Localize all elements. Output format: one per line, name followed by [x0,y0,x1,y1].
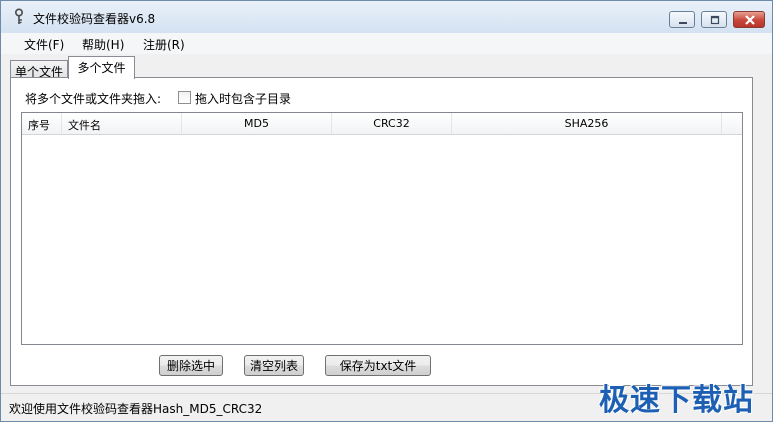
drop-instruction-label: 将多个文件或文件夹拖入: [25,92,162,106]
minimize-icon [679,22,687,24]
tab-multiple-files[interactable]: 多个文件 [68,56,135,79]
window-title: 文件校验码查看器v6.8 [33,12,156,26]
menu-file[interactable]: 文件(F) [24,36,64,53]
column-header-index[interactable]: 序号 [22,113,62,134]
minimize-button[interactable] [669,11,695,28]
clear-list-button[interactable]: 清空列表 [244,355,304,376]
maximize-button[interactable] [701,11,727,28]
key-icon [11,8,27,26]
multi-file-panel: 将多个文件或文件夹拖入: 拖入时包含子目录 序号 文件名 MD5 CRC32 S… [10,77,753,386]
close-button[interactable] [733,11,765,28]
title-bar[interactable]: 文件校验码查看器v6.8 [1,1,772,33]
app-window: 文件校验码查看器v6.8 文件(F) 帮助(H) 注册(R) 单个文件 多个文件 [0,0,773,422]
column-header-crc32[interactable]: CRC32 [332,113,452,134]
menu-help[interactable]: 帮助(H) [82,36,124,53]
include-subdirs-checkbox[interactable] [178,91,191,104]
column-header-sha256[interactable]: SHA256 [452,113,722,134]
column-header-filename[interactable]: 文件名 [62,113,182,134]
watermark-logo: 极速下载站 [599,383,754,418]
tab-strip: 单个文件 多个文件 [1,54,772,79]
delete-selected-button[interactable]: 删除选中 [159,355,223,376]
include-subdirs-label[interactable]: 拖入时包含子目录 [195,90,291,107]
menu-register[interactable]: 注册(R) [143,36,185,53]
column-header-md5[interactable]: MD5 [182,113,332,134]
column-header-filler [722,113,742,134]
status-message: 欢迎使用文件校验码查看器Hash_MD5_CRC32 [9,402,263,416]
save-txt-button[interactable]: 保存为txt文件 [325,355,431,376]
file-hash-list[interactable]: 序号 文件名 MD5 CRC32 SHA256 [21,112,743,345]
close-icon [745,15,755,25]
maximize-icon [710,15,720,25]
list-header: 序号 文件名 MD5 CRC32 SHA256 [22,113,742,135]
menu-bar: 文件(F) 帮助(H) 注册(R) [1,33,772,54]
